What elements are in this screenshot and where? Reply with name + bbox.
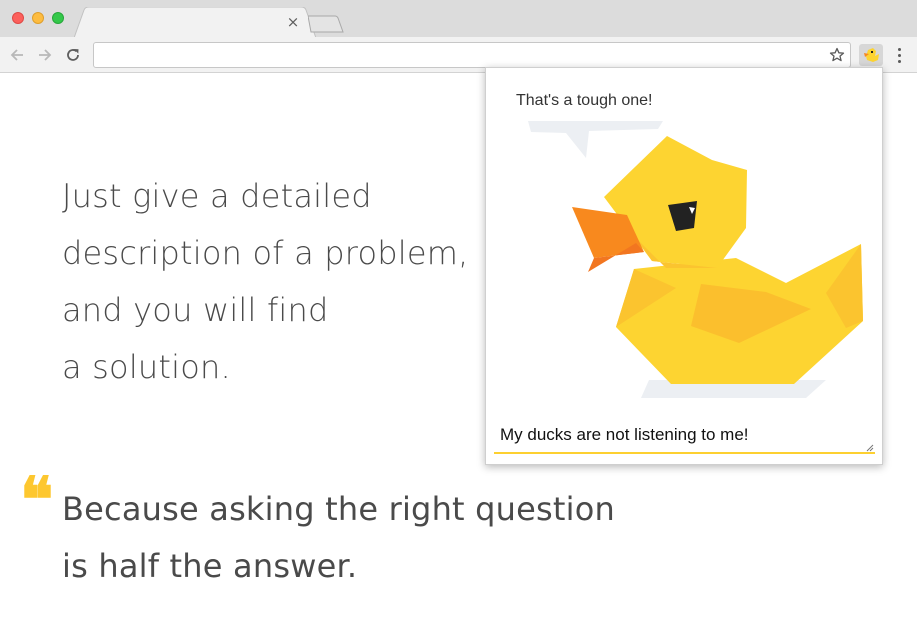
tab-close-icon[interactable]: × — [285, 13, 301, 31]
duck-extension-popup: That's a tough one! My ducks are not lis… — [485, 67, 883, 465]
resize-handle-icon[interactable] — [866, 444, 874, 452]
reload-icon[interactable] — [63, 45, 83, 65]
quote-paragraph: Because asking the right question is hal… — [62, 481, 682, 595]
quote-line: Because asking the right question — [62, 490, 616, 528]
lead-line: description of a problem, — [62, 234, 469, 272]
duck-extension-button[interactable] — [859, 44, 883, 66]
quote-mark-icon: ❝ — [20, 463, 54, 536]
bookmark-star-icon[interactable] — [829, 47, 845, 63]
address-input[interactable] — [100, 46, 820, 64]
problem-description-input[interactable]: My ducks are not listening to me! — [494, 420, 875, 454]
lead-line: Just give a detailed — [62, 177, 372, 215]
lead-paragraph: Just give a detailed description of a pr… — [62, 168, 502, 396]
close-window-button[interactable] — [12, 12, 24, 24]
quote-line: is half the answer. — [62, 547, 358, 585]
minimize-window-button[interactable] — [32, 12, 44, 24]
rubber-duck-illustration — [528, 121, 863, 398]
back-arrow-icon[interactable] — [7, 45, 27, 65]
duck-icon — [864, 48, 879, 62]
browser-titlebar: × — [0, 0, 917, 38]
browser-tab[interactable]: × — [74, 7, 316, 38]
forward-arrow-icon[interactable] — [35, 45, 55, 65]
lead-line: a solution. — [62, 348, 231, 386]
maximize-window-button[interactable] — [52, 12, 64, 24]
address-bar[interactable] — [93, 42, 851, 68]
browser-menu-icon[interactable] — [892, 45, 906, 65]
speech-bubble-tail — [528, 121, 663, 158]
lead-line: and you will find — [62, 291, 329, 329]
new-tab-button[interactable] — [307, 15, 344, 37]
speech-bubble-text: That's a tough one! — [516, 92, 653, 109]
